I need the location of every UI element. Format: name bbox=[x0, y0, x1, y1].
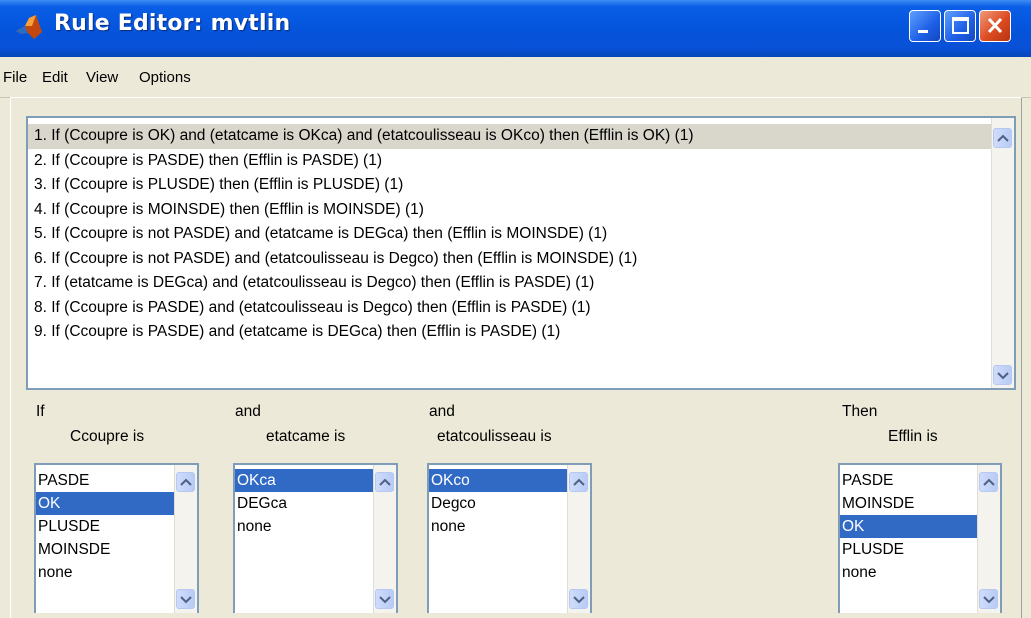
close-button[interactable] bbox=[979, 10, 1011, 42]
and-label-1: and bbox=[235, 403, 261, 420]
ccoupre-options: PASDE OK PLUSDE MOINSDE none bbox=[36, 469, 175, 584]
option-item[interactable]: PASDE bbox=[36, 469, 175, 492]
etatcoulisseau-options: OKco Degco none bbox=[429, 469, 568, 538]
scroll-up-icon bbox=[573, 478, 585, 486]
and-label-2: and bbox=[429, 403, 455, 420]
scroll-up-icon bbox=[997, 134, 1009, 142]
scroll-down-icon bbox=[573, 596, 585, 604]
rule-item[interactable]: 9. If (Ccoupre is PASDE) and (etatcame i… bbox=[28, 320, 992, 345]
etatcame-scroll-up-button[interactable] bbox=[375, 472, 394, 492]
ccoupre-listbox[interactable]: PASDE OK PLUSDE MOINSDE none bbox=[34, 463, 199, 613]
option-item[interactable]: OK bbox=[840, 515, 978, 538]
scroll-up-icon bbox=[379, 478, 391, 486]
menu-edit[interactable]: Edit bbox=[42, 69, 68, 86]
rule-item[interactable]: 5. If (Ccoupre is not PASDE) and (etatca… bbox=[28, 222, 992, 247]
efflin-label: Efflin is bbox=[888, 428, 938, 445]
option-item[interactable]: none bbox=[429, 515, 568, 538]
etatcoulisseau-label: etatcoulisseau is bbox=[437, 428, 552, 445]
option-item[interactable]: OK bbox=[36, 492, 175, 515]
scroll-down-icon bbox=[997, 372, 1009, 380]
menu-view[interactable]: View bbox=[86, 69, 118, 86]
etatcame-scrollbar[interactable] bbox=[373, 465, 396, 613]
rule-item[interactable]: 1. If (Ccoupre is OK) and (etatcame is O… bbox=[28, 124, 992, 149]
etatcoulisseau-scroll-down-button[interactable] bbox=[569, 589, 588, 609]
etatcame-label: etatcame is bbox=[266, 428, 346, 445]
etatcame-scroll-down-button[interactable] bbox=[375, 589, 394, 609]
rules-scrollbar[interactable] bbox=[991, 118, 1014, 388]
efflin-scroll-down-button[interactable] bbox=[979, 589, 998, 609]
menu-options[interactable]: Options bbox=[139, 69, 191, 86]
option-item[interactable]: OKco bbox=[429, 469, 568, 492]
efflin-scroll-up-button[interactable] bbox=[979, 472, 998, 492]
then-label: Then bbox=[842, 403, 878, 420]
title-bar: Rule Editor: mvtlin bbox=[0, 0, 1031, 57]
option-item[interactable]: none bbox=[235, 515, 374, 538]
menu-bar: File Edit View Options bbox=[0, 57, 1031, 98]
option-item[interactable]: PLUSDE bbox=[36, 515, 175, 538]
option-item[interactable]: DEGca bbox=[235, 492, 374, 515]
option-item[interactable]: PLUSDE bbox=[840, 538, 978, 561]
etatcame-listbox[interactable]: OKca DEGca none bbox=[233, 463, 398, 613]
ccoupre-scrollbar[interactable] bbox=[174, 465, 197, 613]
scroll-down-icon bbox=[379, 596, 391, 604]
maximize-icon bbox=[952, 17, 969, 34]
minimize-icon bbox=[918, 30, 928, 33]
ccoupre-scroll-up-button[interactable] bbox=[176, 472, 195, 492]
option-item[interactable]: MOINSDE bbox=[36, 538, 175, 561]
rule-item[interactable]: 7. If (etatcame is DEGca) and (etatcouli… bbox=[28, 271, 992, 296]
option-item[interactable]: none bbox=[840, 561, 978, 584]
rules-scroll-up-button[interactable] bbox=[993, 128, 1012, 148]
rule-item[interactable]: 2. If (Ccoupre is PASDE) then (Efflin is… bbox=[28, 149, 992, 174]
rule-item[interactable]: 6. If (Ccoupre is not PASDE) and (etatco… bbox=[28, 247, 992, 272]
option-item[interactable]: PASDE bbox=[840, 469, 978, 492]
minimize-button[interactable] bbox=[909, 10, 941, 42]
rule-item[interactable]: 3. If (Ccoupre is PLUSDE) then (Efflin i… bbox=[28, 173, 992, 198]
option-item[interactable]: Degco bbox=[429, 492, 568, 515]
window-title: Rule Editor: mvtlin bbox=[54, 11, 291, 36]
etatcoulisseau-listbox[interactable]: OKco Degco none bbox=[427, 463, 592, 613]
rules-list: 1. If (Ccoupre is OK) and (etatcame is O… bbox=[28, 118, 992, 388]
close-icon bbox=[987, 17, 1003, 34]
if-label: If bbox=[36, 403, 45, 420]
option-item[interactable]: MOINSDE bbox=[840, 492, 978, 515]
efflin-options: PASDE MOINSDE OK PLUSDE none bbox=[840, 469, 978, 584]
rules-listbox[interactable]: 1. If (Ccoupre is OK) and (etatcame is O… bbox=[26, 116, 1016, 390]
scroll-up-icon bbox=[180, 478, 192, 486]
etatcame-options: OKca DEGca none bbox=[235, 469, 374, 538]
rule-item[interactable]: 4. If (Ccoupre is MOINSDE) then (Efflin … bbox=[28, 198, 992, 223]
option-item[interactable]: none bbox=[36, 561, 175, 584]
matlab-logo-icon bbox=[16, 15, 42, 39]
menu-file[interactable]: File bbox=[3, 69, 27, 86]
scroll-down-icon bbox=[180, 596, 192, 604]
ccoupre-label: Ccoupre is bbox=[70, 428, 145, 445]
option-item[interactable]: OKca bbox=[235, 469, 374, 492]
ccoupre-scroll-down-button[interactable] bbox=[176, 589, 195, 609]
etatcoulisseau-scrollbar[interactable] bbox=[567, 465, 590, 613]
maximize-button[interactable] bbox=[944, 10, 976, 42]
rule-item[interactable]: 8. If (Ccoupre is PASDE) and (etatcoulis… bbox=[28, 296, 992, 321]
scroll-down-icon bbox=[983, 596, 995, 604]
efflin-scrollbar[interactable] bbox=[977, 465, 1000, 613]
scroll-up-icon bbox=[983, 478, 995, 486]
efflin-listbox[interactable]: PASDE MOINSDE OK PLUSDE none bbox=[838, 463, 1002, 613]
etatcoulisseau-scroll-up-button[interactable] bbox=[569, 472, 588, 492]
rules-scroll-down-button[interactable] bbox=[993, 365, 1012, 385]
